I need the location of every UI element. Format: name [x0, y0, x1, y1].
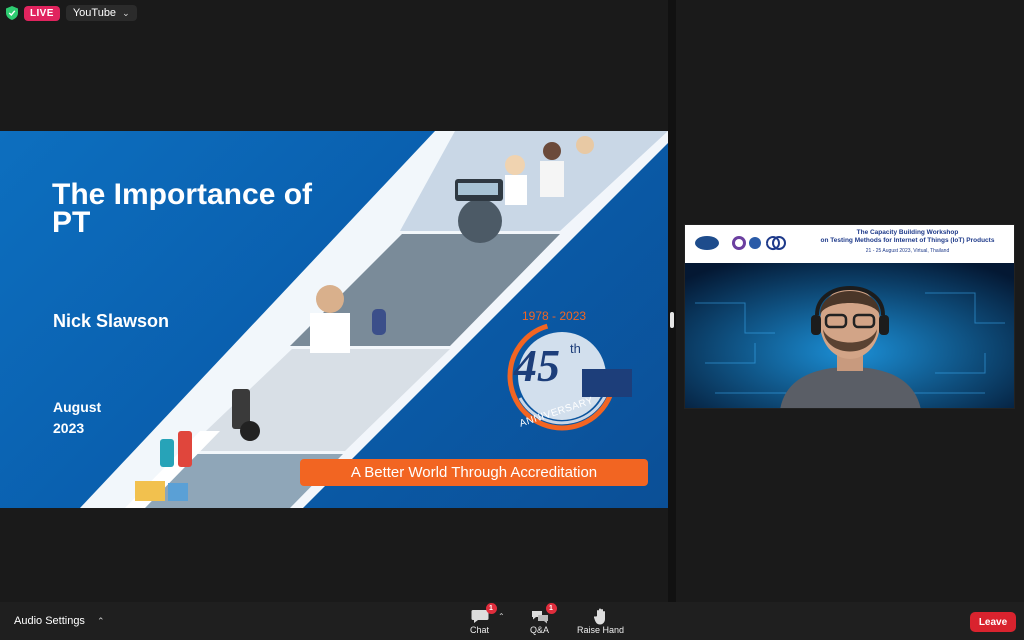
anniversary-number: 45	[514, 340, 560, 391]
leave-button[interactable]: Leave	[970, 612, 1016, 632]
anniversary-suffix: th	[570, 341, 581, 356]
audio-settings-button[interactable]: Audio Settings ⌃	[14, 615, 104, 627]
slide-tagline: A Better World Through Accreditation	[300, 459, 648, 486]
chevron-down-icon: ⌄	[122, 7, 130, 18]
security-shield-icon[interactable]	[6, 6, 18, 20]
banner-title-line2: on Testing Methods for Internet of Thing…	[820, 237, 995, 244]
chevron-up-icon[interactable]: ⌃	[498, 612, 505, 621]
qa-label: Q&A	[530, 625, 550, 635]
slide-presenter-name: Nick Slawson	[53, 311, 170, 331]
chat-bubble-icon: 1	[471, 603, 497, 625]
qa-button[interactable]: 1 Q&A	[530, 603, 557, 635]
chat-unread-badge: 1	[485, 603, 497, 614]
banner-title-line1: The Capacity Building Workshop	[856, 229, 959, 236]
live-badge[interactable]: LIVE	[24, 5, 60, 21]
stream-target-dropdown[interactable]: YouTube ⌄	[65, 5, 137, 21]
slide-title: The Importance of PT	[52, 178, 313, 239]
banner-logos	[693, 233, 797, 253]
chat-button[interactable]: 1 Chat	[470, 603, 497, 635]
chevron-up-icon[interactable]: ⌃	[97, 616, 105, 627]
chat-label: Chat	[470, 625, 490, 635]
screen-share-area: The Importance of PT Nick Slawson August…	[0, 0, 668, 602]
qa-unread-badge: 1	[545, 603, 557, 614]
participant-video-feed	[685, 263, 1014, 408]
meeting-toolbar: Audio Settings ⌃ 1 Chat ⌃ 1 Q&A Raise Ha…	[0, 602, 1024, 640]
divider-grip-handle[interactable]	[670, 312, 674, 328]
anniversary-logo: 1978 - 2023 45 th ANNIVERSARY	[500, 309, 650, 441]
presentation-slide: The Importance of PT Nick Slawson August…	[0, 131, 668, 508]
split-divider[interactable]	[668, 0, 676, 602]
slide-date: August 2023	[53, 399, 102, 436]
qa-bubbles-icon: 1	[531, 603, 557, 625]
participant-video-tile[interactable]: The Capacity Building Workshop on Testin…	[684, 224, 1015, 409]
top-status-bar: LIVE YouTube ⌄	[6, 4, 137, 22]
banner-date-line: 21 - 25 August 2023, Virtual, Thailand	[865, 248, 950, 254]
hand-icon	[593, 607, 608, 625]
stream-target-label: YouTube	[72, 7, 117, 19]
raise-hand-button[interactable]: Raise Hand	[577, 607, 624, 635]
workshop-banner: The Capacity Building Workshop on Testin…	[685, 225, 1014, 263]
anniversary-years: 1978 - 2023	[522, 309, 587, 323]
audio-settings-label: Audio Settings	[14, 615, 85, 627]
raise-hand-label: Raise Hand	[577, 625, 625, 635]
